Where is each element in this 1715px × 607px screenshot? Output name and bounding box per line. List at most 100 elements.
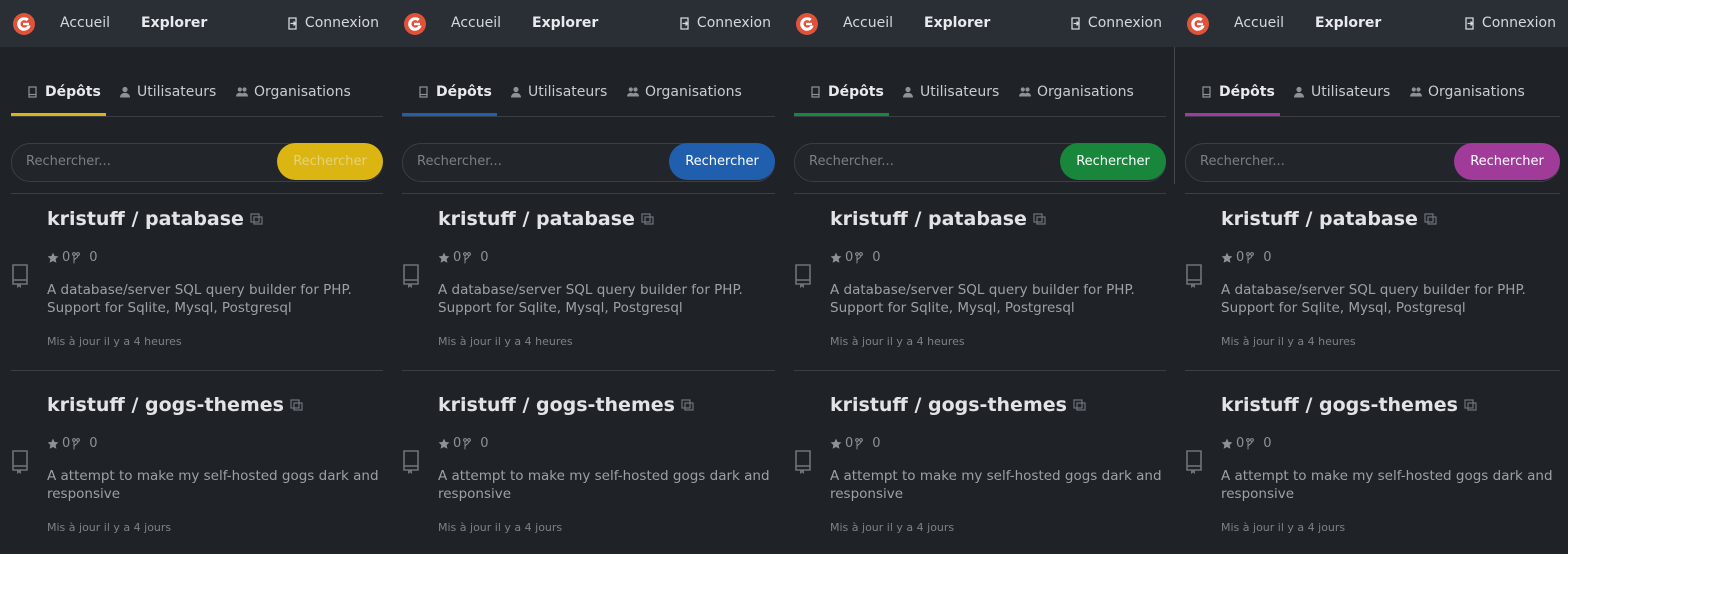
star-count: 0: [453, 436, 462, 451]
nav-home[interactable]: Accueil: [843, 15, 893, 31]
gogs-logo-icon[interactable]: [12, 12, 36, 36]
repo-title-link[interactable]: kristuff / gogs-themes: [438, 394, 694, 416]
organization-icon: [1019, 87, 1031, 97]
repo-book-icon: [1186, 264, 1202, 288]
fork-icon: [1246, 251, 1255, 263]
login-link[interactable]: Connexion: [1465, 15, 1556, 31]
repo-icon: [28, 86, 37, 98]
star-icon: [438, 438, 450, 449]
repo-description: A database/server SQL query builder for …: [1221, 282, 1526, 316]
tab-repositories[interactable]: Dépôts: [810, 84, 884, 100]
user-icon: [511, 86, 521, 98]
star-icon: [438, 252, 450, 263]
repo-book-icon: [795, 450, 811, 474]
sign-in-icon: [1465, 16, 1474, 30]
organization-icon: [1410, 87, 1422, 97]
tab-organizations-label: Organisations: [645, 84, 742, 100]
nav-explore[interactable]: Explorer: [532, 15, 598, 31]
repo-name: kristuff / gogs-themes: [47, 394, 284, 416]
repo-title-link[interactable]: kristuff / gogs-themes: [1221, 394, 1477, 416]
divider: [402, 193, 775, 194]
tab-organizations[interactable]: Organisations: [1019, 84, 1134, 100]
explore-tabs: Dépôts Utilisateurs Organisations: [402, 72, 775, 117]
mirror-icon: [250, 213, 263, 225]
nav-explore[interactable]: Explorer: [1315, 15, 1381, 31]
tab-users[interactable]: Utilisateurs: [902, 84, 999, 100]
repo-item: kristuff / patabase 0 0 A database/serve…: [783, 208, 1174, 378]
fork-count: 0: [89, 436, 98, 451]
star-icon: [1221, 438, 1233, 449]
repo-description: A database/server SQL query builder for …: [47, 282, 352, 316]
divider: [1185, 370, 1560, 371]
gogs-logo-icon[interactable]: [403, 12, 427, 36]
tab-organizations[interactable]: Organisations: [627, 84, 742, 100]
nav-explore[interactable]: Explorer: [924, 15, 990, 31]
repo-book-icon: [12, 450, 28, 474]
tab-users[interactable]: Utilisateurs: [1293, 84, 1390, 100]
nav-home[interactable]: Accueil: [451, 15, 501, 31]
repo-item: kristuff / gogs-themes 0 0 A attempt to …: [783, 394, 1174, 554]
sign-in-icon: [288, 16, 297, 30]
tab-repositories[interactable]: Dépôts: [27, 84, 101, 100]
gogs-logo-icon[interactable]: [795, 12, 819, 36]
login-label: Connexion: [1481, 15, 1556, 31]
repo-stats: 0 0: [438, 436, 489, 451]
login-link[interactable]: Connexion: [680, 15, 771, 31]
star-icon: [830, 252, 842, 263]
fork-icon: [1246, 437, 1255, 449]
search-input[interactable]: [12, 144, 276, 179]
repo-title-link[interactable]: kristuff / patabase: [830, 208, 1046, 230]
star-icon: [830, 438, 842, 449]
nav-explore[interactable]: Explorer: [141, 15, 207, 31]
explore-tabs: Dépôts Utilisateurs Organisations: [11, 72, 383, 117]
top-navbar: Accueil Explorer Connexion: [1174, 0, 1568, 47]
search-button[interactable]: Rechercher: [277, 143, 383, 180]
repo-updated-time: Mis à jour il y a 4 jours: [438, 521, 563, 534]
tab-repositories[interactable]: Dépôts: [1201, 84, 1275, 100]
tab-users[interactable]: Utilisateurs: [510, 84, 607, 100]
mirror-icon: [1424, 213, 1437, 225]
tab-repositories-label: Dépôts: [45, 84, 101, 100]
fork-icon: [855, 437, 864, 449]
fork-count: 0: [872, 436, 881, 451]
active-tab-indicator: [794, 113, 889, 116]
repo-description: A database/server SQL query builder for …: [438, 282, 743, 316]
login-label: Connexion: [304, 15, 379, 31]
explore-tabs: Dépôts Utilisateurs Organisations: [1185, 72, 1560, 117]
repo-title-link[interactable]: kristuff / patabase: [1221, 208, 1437, 230]
nav-home[interactable]: Accueil: [1234, 15, 1284, 31]
repo-stats: 0 0: [1221, 436, 1272, 451]
fork-icon: [463, 251, 472, 263]
star-count: 0: [845, 436, 854, 451]
star-icon: [47, 252, 59, 263]
tab-organizations-label: Organisations: [254, 84, 351, 100]
search-input[interactable]: [403, 144, 667, 179]
nav-home[interactable]: Accueil: [60, 15, 110, 31]
repo-stats: 0 0: [1221, 250, 1272, 265]
repo-title-link[interactable]: kristuff / patabase: [438, 208, 654, 230]
tab-users[interactable]: Utilisateurs: [119, 84, 216, 100]
tab-repositories[interactable]: Dépôts: [418, 84, 492, 100]
repo-icon: [811, 86, 820, 98]
search-button[interactable]: Rechercher: [669, 143, 775, 180]
repo-title-link[interactable]: kristuff / gogs-themes: [830, 394, 1086, 416]
search-bar: Rechercher: [11, 143, 383, 182]
login-link[interactable]: Connexion: [288, 15, 379, 31]
tab-organizations[interactable]: Organisations: [236, 84, 351, 100]
star-icon: [47, 438, 59, 449]
gogs-logo-icon[interactable]: [1186, 12, 1210, 36]
star-count: 0: [453, 250, 462, 265]
mirror-icon: [1033, 213, 1046, 225]
search-button[interactable]: Rechercher: [1060, 143, 1166, 180]
sign-in-icon: [1071, 16, 1080, 30]
tab-organizations[interactable]: Organisations: [1410, 84, 1525, 100]
repo-name: kristuff / patabase: [47, 208, 244, 230]
login-link[interactable]: Connexion: [1071, 15, 1162, 31]
search-input[interactable]: [1186, 144, 1450, 179]
repo-title-link[interactable]: kristuff / patabase: [47, 208, 263, 230]
repo-title-link[interactable]: kristuff / gogs-themes: [47, 394, 303, 416]
search-button[interactable]: Rechercher: [1454, 143, 1560, 180]
search-input[interactable]: [795, 144, 1059, 179]
repo-stats: 0 0: [47, 250, 98, 265]
fork-count: 0: [89, 250, 98, 265]
